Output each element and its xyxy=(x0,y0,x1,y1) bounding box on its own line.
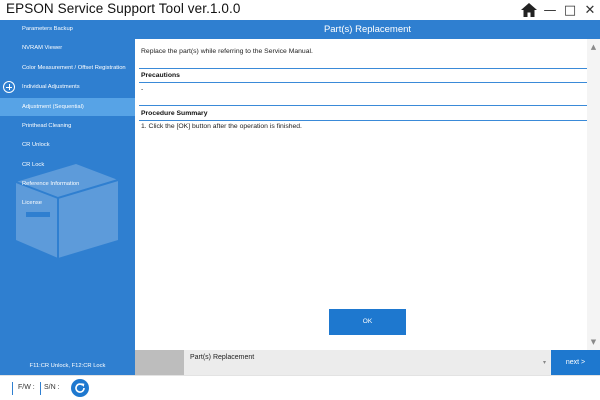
sidebar-item-parameters-backup[interactable]: Parameters Backup xyxy=(0,20,135,38)
shortcut-hint: F11:CR Unlock, F12:CR Lock xyxy=(29,363,106,369)
divider xyxy=(139,105,587,106)
current-step: Part(s) Replacement ▾ xyxy=(184,350,550,375)
sidebar-item-label: Individual Adjustments xyxy=(22,84,80,90)
next-button[interactable]: next > xyxy=(551,350,600,375)
step-bar: Part(s) Replacement ▾ next > xyxy=(135,350,600,375)
divider xyxy=(139,82,587,83)
close-button[interactable]: ✕ xyxy=(580,0,600,20)
sidebar-item-cr-unlock[interactable]: CR Unlock xyxy=(0,136,135,154)
instruction-text: Replace the part(s) while referring to t… xyxy=(141,48,313,55)
maximize-button[interactable]: □ xyxy=(560,0,580,20)
home-button[interactable] xyxy=(518,0,540,20)
sidebar-item-reference-information[interactable]: Reference Information xyxy=(0,175,135,193)
refresh-button[interactable] xyxy=(71,379,89,397)
sidebar-item-label: Color Measurement / Offset Registration xyxy=(22,65,126,71)
sidebar-item-label: Printhead Cleaning xyxy=(22,123,72,129)
sidebar-item-label: CR Lock xyxy=(22,162,45,168)
scroll-down-icon[interactable]: ▼ xyxy=(587,336,600,348)
plus-circle-icon xyxy=(3,81,15,93)
sidebar-item-label: NVRAM Viewer xyxy=(22,45,63,51)
current-step-label: Part(s) Replacement xyxy=(190,354,255,361)
sidebar-item-label: Adjustment (Sequential) xyxy=(22,104,84,110)
previous-step-indicator xyxy=(135,350,184,375)
title-bar: EPSON Service Support Tool ver.1.0.0 — □… xyxy=(0,0,600,20)
sidebar-item-printhead-cleaning[interactable]: Printhead Cleaning xyxy=(0,117,135,135)
precautions-text: - xyxy=(141,86,144,93)
status-bar: F/W : S/N : xyxy=(0,375,600,400)
serial-number-label: S/N : xyxy=(44,384,60,391)
refresh-icon xyxy=(75,383,85,393)
sidebar-item-nvram-viewer[interactable]: NVRAM Viewer xyxy=(0,39,135,57)
sidebar-item-license[interactable]: License xyxy=(0,194,135,212)
divider xyxy=(40,382,41,395)
scrollbar[interactable]: ▲ ▼ xyxy=(587,39,600,350)
sidebar-item-label: CR Unlock xyxy=(22,142,50,148)
window-controls: — □ ✕ xyxy=(518,0,600,20)
minimize-button[interactable]: — xyxy=(540,0,560,20)
sidebar-item-color-measurement[interactable]: Color Measurement / Offset Registration xyxy=(0,59,135,77)
divider xyxy=(139,68,587,69)
sidebar-item-label: Parameters Backup xyxy=(22,26,73,32)
divider xyxy=(139,120,587,121)
precautions-title: Precautions xyxy=(141,72,180,79)
scroll-up-icon[interactable]: ▲ xyxy=(587,41,600,53)
page-title: Part(s) Replacement xyxy=(135,20,600,39)
sidebar: Parameters Backup NVRAM Viewer Color Mea… xyxy=(0,20,135,375)
sidebar-item-label: Reference Information xyxy=(22,181,80,187)
home-icon xyxy=(521,3,537,17)
firmware-label: F/W : xyxy=(18,384,35,391)
chevron-down-icon: ▾ xyxy=(542,359,546,366)
procedure-step: 1. Click the [OK] button after the opera… xyxy=(141,123,302,130)
ok-button[interactable]: OK xyxy=(329,309,406,335)
app-title: EPSON Service Support Tool ver.1.0.0 xyxy=(6,1,241,16)
sidebar-item-individual-adjustments[interactable]: Individual Adjustments xyxy=(0,78,135,96)
sidebar-item-cr-lock[interactable]: CR Lock xyxy=(0,156,135,174)
main-content: Replace the part(s) while referring to t… xyxy=(135,39,587,350)
sidebar-item-adjustment-sequential[interactable]: Adjustment (Sequential) xyxy=(0,98,135,116)
divider xyxy=(12,382,13,395)
procedure-title: Procedure Summary xyxy=(141,110,208,117)
sidebar-item-label: License xyxy=(22,200,42,206)
